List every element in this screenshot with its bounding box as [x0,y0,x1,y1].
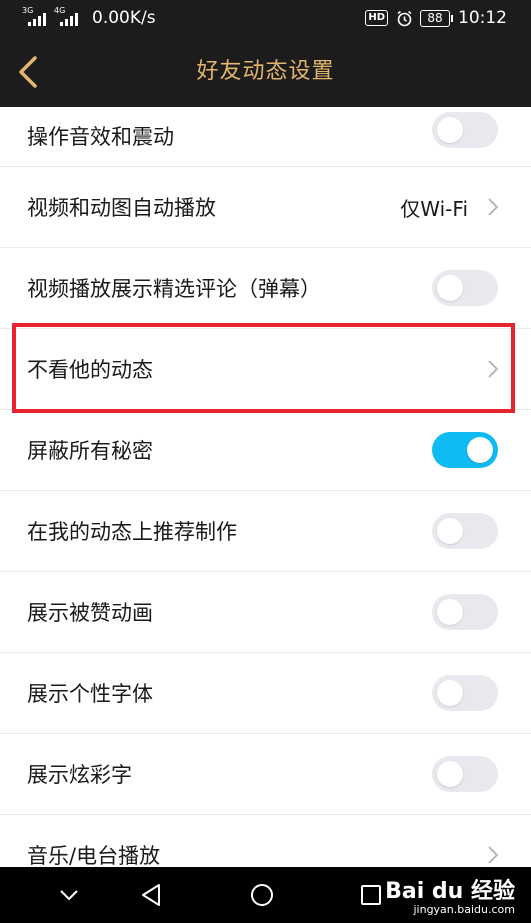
nav-home-button[interactable] [245,879,279,911]
toggle-knob [437,599,463,625]
status-bar: 3G 4G 0.00K/s HD 88 10:12 [0,0,531,37]
nav-back-button[interactable] [134,879,168,911]
setting-like-animation[interactable]: 展示被赞动画 [0,572,531,653]
alarm-icon [396,10,412,27]
watermark-logo: Bai du 经验 [385,879,515,904]
system-nav-bar: Bai du 经验 jingyan.baidu.com [0,867,531,923]
like-animation-toggle[interactable] [432,594,498,630]
setting-label: 展示炫彩字 [27,763,132,787]
sound-vibration-toggle[interactable] [432,111,498,148]
clock: 10:12 [458,8,507,28]
custom-font-toggle[interactable] [432,675,498,711]
setting-block-secrets[interactable]: 屏蔽所有秘密 [0,410,531,491]
toggle-knob [437,518,463,544]
circle-home-icon [251,884,273,906]
chevron-right-icon [488,360,499,378]
nav-recents-button[interactable] [354,879,388,911]
setting-hide-his-feed[interactable]: 不看他的动态 [0,323,531,413]
setting-custom-font[interactable]: 展示个性字体 [0,653,531,734]
setting-recommend-creation[interactable]: 在我的动态上推荐制作 [0,491,531,572]
signal-icon-2: 4G [54,6,80,27]
setting-label: 在我的动态上推荐制作 [27,520,237,544]
autoplay-value: 仅Wi-Fi [400,196,468,221]
block-secrets-toggle[interactable] [432,432,498,468]
setting-label: 展示个性字体 [27,682,153,706]
hd-icon: HD [365,10,388,26]
setting-label: 音乐/电台播放 [27,844,161,868]
chevron-down-icon [60,890,78,901]
setting-autoplay[interactable]: 视频和动图自动播放 仅Wi-Fi [0,167,531,248]
toggle-knob [437,680,463,706]
baidu-watermark: Bai du 经验 jingyan.baidu.com [385,873,515,916]
setting-label: 屏蔽所有秘密 [27,439,153,463]
chevron-right-icon [488,198,499,216]
network-speed: 0.00K/s [92,8,156,28]
square-recents-icon [361,885,381,905]
toggle-knob [437,275,463,301]
setting-label: 视频播放展示精选评论（弹幕） [27,277,321,301]
settings-list: 操作音效和震动 视频和动图自动播放 仅Wi-Fi 视频播放展示精选评论（弹幕） … [0,107,531,896]
setting-label: 不看他的动态 [27,358,153,382]
battery-icon: 88 [420,9,453,27]
triangle-back-icon [142,884,160,906]
setting-label: 展示被赞动画 [27,601,153,625]
chevron-right-icon [488,846,499,864]
app-header: 好友动态设置 [0,37,531,107]
toggle-knob [437,761,463,787]
setting-danmaku[interactable]: 视频播放展示精选评论（弹幕） [0,248,531,329]
recommend-creation-toggle[interactable] [432,513,498,549]
signal-icon: 3G [22,6,48,27]
page-title: 好友动态设置 [196,59,335,84]
danmaku-toggle[interactable] [432,270,498,306]
setting-label: 操作音效和震动 [27,125,174,149]
setting-label: 视频和动图自动播放 [27,196,216,220]
toggle-knob [467,437,493,463]
toggle-knob [437,116,463,143]
setting-colorful-text[interactable]: 展示炫彩字 [0,734,531,815]
hide-keyboard-button[interactable] [52,879,86,911]
setting-sound-vibration[interactable]: 操作音效和震动 [0,107,531,167]
colorful-text-toggle[interactable] [432,756,498,792]
